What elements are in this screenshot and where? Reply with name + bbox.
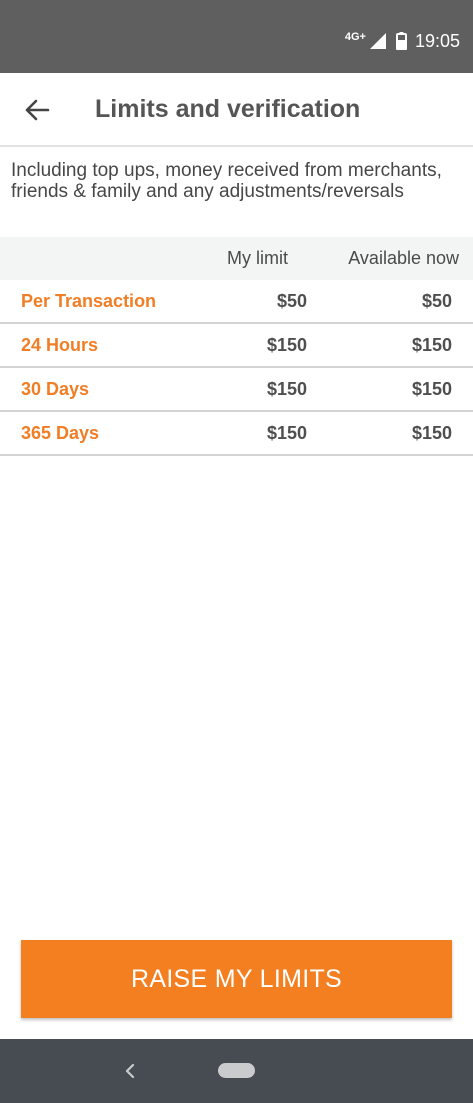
status-icons: 4G+ 19:05 <box>345 28 460 54</box>
network-type: 4G+ <box>344 31 366 43</box>
table-header: My limit Available now <box>0 237 473 280</box>
nav-back-button[interactable] <box>118 1059 142 1083</box>
row-available: $150 <box>411 335 452 355</box>
back-button[interactable] <box>14 87 60 133</box>
chevron-left-icon <box>125 1063 135 1079</box>
row-my-limit: $150 <box>266 423 307 443</box>
row-period: Per Transaction <box>21 291 157 311</box>
row-my-limit: $150 <box>266 379 307 399</box>
signal-icon <box>369 33 386 49</box>
page-title: Limits and verification <box>95 95 361 123</box>
table-row: 30 Days $150 $150 <box>0 368 473 412</box>
table-row: 365 Days $150 $150 <box>0 412 473 456</box>
table-row: Per Transaction $50 $50 <box>0 280 473 324</box>
battery-icon <box>395 32 407 50</box>
column-header-available-now: Available now <box>348 248 459 268</box>
clock: 19:05 <box>414 30 460 51</box>
row-period: 365 Days <box>21 423 100 443</box>
app-bar: Limits and verification <box>0 73 473 147</box>
row-available: $150 <box>411 379 452 399</box>
limits-table: My limit Available now Per Transaction $… <box>0 237 473 456</box>
limits-description: Including top ups, money received from m… <box>11 160 442 202</box>
row-available: $50 <box>421 291 452 311</box>
row-my-limit: $50 <box>276 291 307 311</box>
home-pill-icon[interactable] <box>218 1063 255 1078</box>
navigation-bar <box>0 1039 473 1103</box>
column-header-my-limit: My limit <box>227 248 288 268</box>
row-period: 30 Days <box>21 379 90 399</box>
raise-limits-button[interactable]: RAISE MY LIMITS <box>21 940 452 1018</box>
arrow-left-icon <box>25 99 50 121</box>
row-available: $150 <box>411 423 452 443</box>
row-my-limit: $150 <box>266 335 307 355</box>
row-period: 24 Hours <box>21 335 99 355</box>
status-bar: 4G+ 19:05 <box>0 0 473 73</box>
table-row: 24 Hours $150 $150 <box>0 324 473 368</box>
